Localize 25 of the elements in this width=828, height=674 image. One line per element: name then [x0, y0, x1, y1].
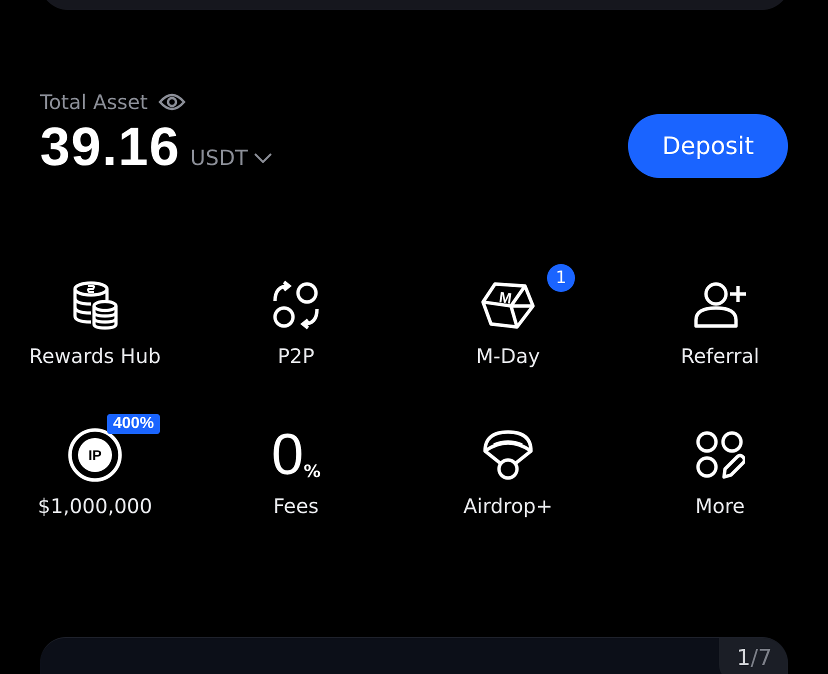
balance-amount: 39.16 [40, 116, 180, 178]
promo-tag: 400% [107, 414, 160, 434]
zero-percent-icon: 0% [271, 426, 321, 484]
parachute-icon [482, 429, 534, 481]
shortcut-item[interactable]: IP 400% $1,000,000 [0, 412, 190, 518]
token-icon: IP [67, 427, 123, 483]
shortcut-item[interactable]: Rewards Hub [0, 262, 190, 368]
shortcut-item[interactable]: More [614, 412, 826, 518]
more-apps-icon [695, 430, 745, 480]
total-asset-label: Total Asset [40, 90, 148, 114]
shortcut-item[interactable]: M 1 M-Day [402, 262, 614, 368]
notification-badge: 1 [547, 264, 575, 292]
shortcut-item[interactable]: Referral [614, 262, 826, 368]
add-person-icon [692, 280, 748, 330]
currency-selector[interactable]: USDT [190, 146, 272, 170]
eye-icon[interactable] [158, 92, 186, 112]
chevron-down-icon [254, 153, 272, 163]
shortcut-item[interactable]: 0% Fees [190, 412, 402, 518]
page-indicator: 1/7 [718, 638, 788, 674]
coins-icon [71, 280, 119, 330]
deposit-button[interactable]: Deposit [628, 114, 788, 178]
cube-icon: M [481, 280, 535, 330]
shortcut-item[interactable]: P2P [190, 262, 402, 368]
shortcut-item[interactable]: Airdrop+ [402, 412, 614, 518]
swap-icon [271, 280, 321, 330]
